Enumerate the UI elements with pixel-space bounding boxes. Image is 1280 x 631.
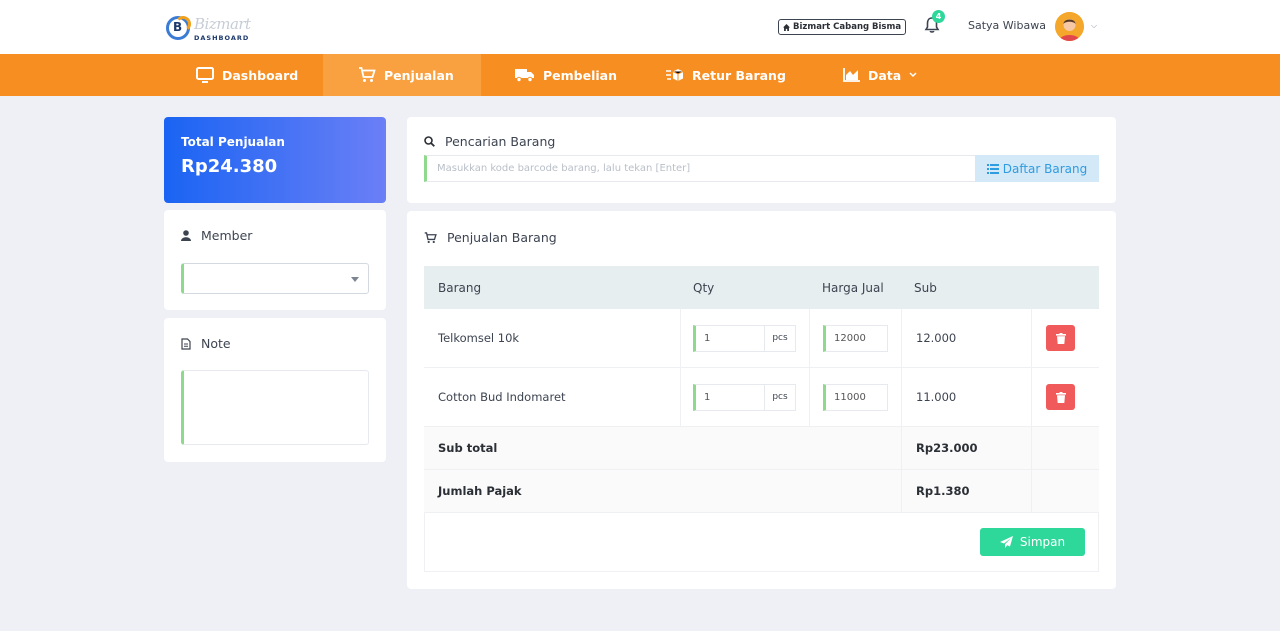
simpan-label: Simpan bbox=[1019, 535, 1066, 549]
column-divider bbox=[1031, 368, 1032, 427]
delete-item-button[interactable] bbox=[1046, 325, 1075, 351]
column-header-qty: Qty bbox=[693, 281, 715, 295]
monitor-icon bbox=[196, 67, 214, 83]
top-header: B Bizmart DASHBOARD Bizmart Cabang Bisma… bbox=[0, 0, 1280, 54]
nav-label: Dashboard bbox=[222, 67, 299, 83]
nav-item-pembelian[interactable]: Pembelian bbox=[515, 54, 617, 96]
column-divider bbox=[901, 427, 902, 470]
nav-label: Data bbox=[868, 67, 902, 83]
user-avatar-icon bbox=[1055, 12, 1084, 41]
total-penjualan-card: Total Penjualan Rp24.380 bbox=[164, 117, 386, 203]
sales-table-header: Barang Qty Harga Jual Sub bbox=[424, 266, 1099, 309]
sales-title: Penjualan Barang bbox=[424, 230, 557, 245]
paper-plane-icon bbox=[999, 536, 1013, 548]
column-divider bbox=[809, 368, 810, 427]
app-logo[interactable]: B Bizmart DASHBOARD bbox=[166, 13, 251, 43]
total-value: Rp24.380 bbox=[181, 156, 278, 177]
item-name: Cotton Bud Indomaret bbox=[438, 390, 566, 404]
chevron-down-icon[interactable]: ⌵ bbox=[1091, 21, 1097, 31]
simpan-button[interactable]: Simpan bbox=[980, 528, 1085, 556]
trash-icon bbox=[1055, 332, 1066, 344]
qty-input[interactable] bbox=[693, 325, 765, 352]
member-title-label: Member bbox=[201, 228, 253, 243]
column-divider bbox=[1031, 470, 1032, 513]
return-box-icon bbox=[666, 69, 684, 81]
nav-label: Penjualan bbox=[384, 67, 454, 83]
price-input[interactable] bbox=[823, 384, 888, 411]
qty-input[interactable] bbox=[693, 384, 765, 411]
item-name: Telkomsel 10k bbox=[438, 331, 520, 345]
member-card bbox=[164, 210, 386, 310]
column-divider bbox=[1031, 309, 1032, 368]
main-navbar: Dashboard Penjualan Pembelian Retur Bara… bbox=[0, 54, 1280, 96]
tax-label: Jumlah Pajak bbox=[438, 484, 522, 498]
search-icon bbox=[424, 136, 435, 147]
trash-icon bbox=[1055, 391, 1066, 403]
logo-letter: B bbox=[173, 20, 183, 34]
branch-label: Bizmart Cabang Bisma bbox=[793, 22, 902, 32]
column-divider bbox=[901, 309, 902, 368]
sales-title-label: Penjualan Barang bbox=[447, 230, 557, 245]
user-icon bbox=[181, 230, 191, 241]
note-title: Note bbox=[181, 336, 231, 351]
cart-icon bbox=[359, 67, 376, 82]
logo-subtitle: DASHBOARD bbox=[194, 33, 250, 42]
member-select[interactable] bbox=[181, 263, 369, 294]
truck-icon bbox=[515, 69, 534, 82]
note-title-label: Note bbox=[201, 336, 231, 351]
column-divider bbox=[680, 309, 681, 368]
logo-text: Bizmart DASHBOARD bbox=[194, 15, 251, 42]
nav-item-retur-barang[interactable]: Retur Barang bbox=[666, 54, 786, 96]
unit-label: pcs bbox=[765, 325, 796, 352]
branch-badge[interactable]: Bizmart Cabang Bisma bbox=[778, 19, 907, 35]
tax-value: Rp1.380 bbox=[916, 484, 970, 498]
user-name[interactable]: Satya Wibawa bbox=[968, 19, 1046, 32]
column-divider bbox=[901, 368, 902, 427]
column-header-harga-jual: Harga Jual bbox=[822, 281, 884, 295]
home-icon bbox=[783, 23, 790, 31]
barcode-search-input[interactable] bbox=[424, 155, 976, 182]
search-title: Pencarian Barang bbox=[424, 134, 555, 149]
item-subtotal: 12.000 bbox=[916, 331, 957, 345]
table-row: Telkomsel 10k pcs 12.000 bbox=[424, 309, 1099, 368]
subtotal-label: Sub total bbox=[438, 441, 498, 455]
logo-mark-icon: B bbox=[166, 16, 191, 40]
search-title-label: Pencarian Barang bbox=[445, 134, 556, 149]
column-divider bbox=[680, 368, 681, 427]
column-divider bbox=[1031, 427, 1032, 470]
total-label: Total Penjualan bbox=[181, 135, 285, 149]
avatar[interactable] bbox=[1055, 12, 1084, 41]
daftar-barang-button[interactable]: Daftar Barang bbox=[975, 155, 1099, 182]
table-row: Cotton Bud Indomaret pcs 11.000 bbox=[424, 368, 1099, 427]
subtotal-value: Rp23.000 bbox=[916, 441, 978, 455]
logo-brand: Bizmart bbox=[194, 14, 251, 33]
chevron-down-icon bbox=[909, 72, 917, 78]
unit-label: pcs bbox=[765, 384, 796, 411]
notification-count-badge: 4 bbox=[932, 10, 945, 23]
nav-item-data[interactable]: Data bbox=[843, 54, 917, 96]
item-subtotal: 11.000 bbox=[916, 390, 957, 404]
column-header-sub: Sub bbox=[914, 281, 937, 295]
delete-item-button[interactable] bbox=[1046, 384, 1075, 410]
subtotal-row: Sub total Rp23.000 bbox=[424, 427, 1099, 470]
column-header-barang: Barang bbox=[438, 281, 482, 295]
member-title: Member bbox=[181, 228, 252, 243]
list-icon bbox=[986, 163, 999, 174]
cart-icon bbox=[424, 231, 437, 243]
nav-label: Retur Barang bbox=[692, 67, 786, 83]
nav-label: Pembelian bbox=[543, 67, 617, 83]
column-divider bbox=[901, 470, 902, 513]
document-icon bbox=[181, 337, 191, 350]
nav-item-penjualan[interactable]: Penjualan bbox=[323, 54, 481, 96]
area-chart-icon bbox=[843, 68, 860, 82]
column-divider bbox=[809, 309, 810, 368]
price-input[interactable] bbox=[823, 325, 888, 352]
note-textarea[interactable] bbox=[181, 370, 369, 445]
tax-row: Jumlah Pajak Rp1.380 bbox=[424, 470, 1099, 513]
nav-item-dashboard[interactable]: Dashboard bbox=[196, 54, 298, 96]
daftar-barang-label: Daftar Barang bbox=[1002, 161, 1088, 176]
